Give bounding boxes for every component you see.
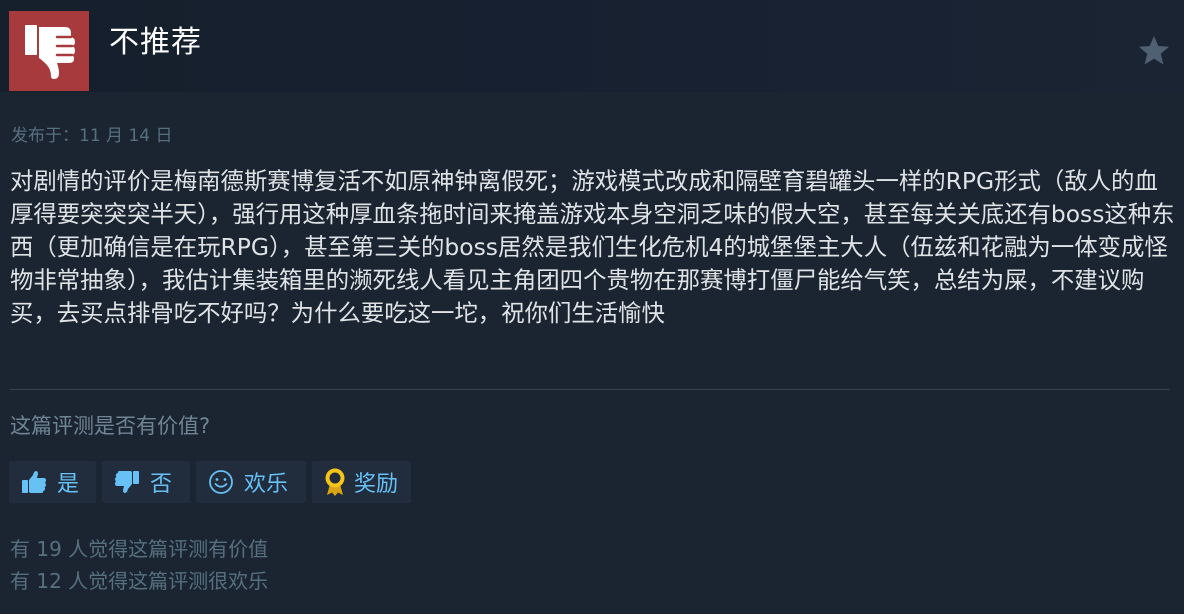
thumbs-up-icon — [19, 467, 49, 497]
vote-yes-button[interactable]: 是 — [9, 461, 96, 503]
vote-yes-label: 是 — [57, 472, 80, 497]
divider — [10, 389, 1170, 390]
smiley-icon — [206, 467, 236, 497]
vote-funny-label: 欢乐 — [244, 472, 289, 497]
vote-badge — [9, 11, 89, 91]
vote-funny-button[interactable]: 欢乐 — [196, 461, 306, 503]
vote-no-label: 否 — [150, 472, 173, 497]
helpful-question: 这篇评测是否有价值? — [10, 414, 211, 438]
review-text: 对剧情的评价是梅南德斯赛博复活不如原神钟离假死；游戏模式改成和隔壁育碧罐头一样的… — [10, 167, 1175, 327]
award-label: 奖励 — [354, 472, 399, 497]
review-verdict: 不推荐 — [109, 25, 202, 60]
award-button[interactable]: 奖励 — [312, 461, 411, 503]
posted-date: 发布于：11 月 14 日 — [11, 126, 173, 146]
review-header: 不推荐 — [0, 0, 1184, 92]
helpful-count: 有 19 人觉得这篇评测有价值 — [10, 537, 269, 561]
award-ribbon-icon — [320, 467, 350, 497]
vote-no-button[interactable]: 否 — [102, 461, 190, 503]
thumbs-down-icon — [112, 467, 142, 497]
star-icon[interactable] — [1137, 34, 1171, 68]
thumbs-down-icon — [25, 25, 75, 79]
feedback-buttons: 是 否 欢乐 奖励 — [9, 461, 411, 503]
funny-count: 有 12 人觉得这篇评测很欢乐 — [10, 569, 269, 593]
